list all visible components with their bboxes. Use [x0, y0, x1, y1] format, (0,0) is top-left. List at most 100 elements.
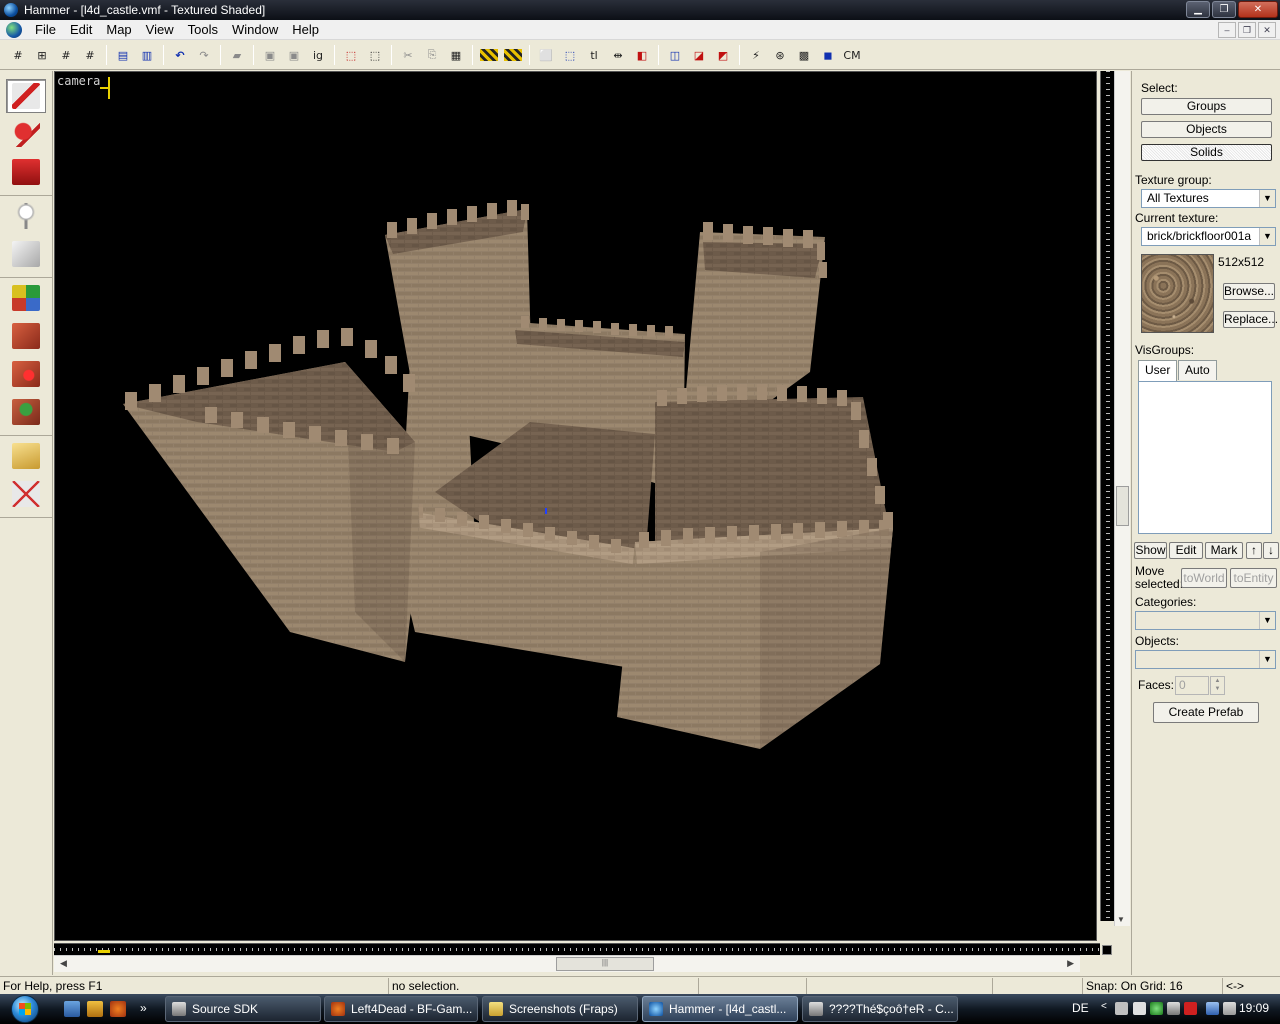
menu-edit[interactable]: Edit [63, 20, 99, 40]
grid-larger-icon[interactable]: # [79, 44, 101, 66]
browse-button[interactable]: Browse... [1223, 283, 1275, 300]
group-icon[interactable]: ▥ [136, 44, 158, 66]
visgroup-show-button[interactable]: Show [1134, 542, 1167, 559]
hide-selected-icon[interactable]: ▣ [259, 44, 281, 66]
selection-box-icon[interactable]: ⬜ [535, 44, 557, 66]
replace-button[interactable]: Replace... [1223, 311, 1278, 328]
menu-view[interactable]: View [139, 20, 181, 40]
tray-green-icon[interactable] [1150, 1002, 1163, 1015]
toggle-models-icon[interactable] [504, 49, 522, 61]
camera-viewport[interactable]: camera [54, 71, 1097, 941]
scroll-right-icon[interactable]: ▶ [1067, 958, 1074, 969]
texture-preview[interactable] [1141, 254, 1214, 333]
texture-application-tool[interactable] [6, 281, 46, 315]
undo-icon[interactable]: ↶ [169, 44, 191, 66]
taskbar-button-chat[interactable]: ????Thé$çoô†eR - C... [802, 996, 958, 1022]
create-prefab-button[interactable]: Create Prefab [1153, 702, 1259, 723]
wireframe-icon[interactable]: ▩ [793, 44, 815, 66]
volume-icon[interactable] [1223, 1002, 1236, 1015]
texture-lock-button[interactable]: tl [583, 44, 605, 66]
open-dialog-icon[interactable]: ◫ [664, 44, 686, 66]
tab-visgroups-auto[interactable]: Auto [1178, 360, 1217, 380]
grid-3d-icon[interactable]: ⊞ [31, 44, 53, 66]
scroll-down-icon[interactable]: ▼ [1117, 915, 1125, 924]
chevron-down-icon[interactable]: ▼ [1259, 190, 1275, 207]
taskbar-button-source-sdk[interactable]: Source SDK [165, 996, 321, 1022]
move-up-icon[interactable]: ↑ [1246, 542, 1262, 559]
cm-button[interactable]: CM [841, 44, 863, 66]
vertical-scrollbar[interactable]: ▼ [1114, 71, 1130, 926]
minimize-button[interactable]: ▁ [1186, 1, 1210, 18]
network-icon[interactable] [1206, 1002, 1219, 1015]
entity-tool[interactable] [6, 199, 46, 233]
to-entity-button[interactable]: toEntity [1230, 568, 1277, 588]
firefox-icon[interactable] [110, 1001, 126, 1017]
redo-icon[interactable]: ↷ [193, 44, 215, 66]
faces-spin-icon[interactable]: ▲ ▼ [1210, 676, 1225, 695]
run-map-icon[interactable]: ⊛ [769, 44, 791, 66]
visgroup-mark-button[interactable]: Mark [1205, 542, 1243, 559]
chevron-down-icon[interactable]: ▼ [1259, 651, 1275, 668]
visgroup-edit-button[interactable]: Edit [1169, 542, 1203, 559]
current-texture-select[interactable]: brick/brickfloor001a ▼ [1141, 227, 1276, 246]
maximize-button[interactable]: ❐ [1212, 1, 1236, 18]
start-button[interactable] [3, 994, 47, 1024]
grid-toggle-icon[interactable]: # [7, 44, 29, 66]
visgroup-list[interactable] [1138, 381, 1272, 534]
menu-map[interactable]: Map [99, 20, 138, 40]
mdi-restore-button[interactable]: ❐ [1238, 22, 1256, 38]
check-problems-icon[interactable]: ◩ [712, 44, 734, 66]
close-button[interactable]: ✕ [1238, 1, 1278, 18]
copy-icon[interactable]: ⎘ [421, 44, 443, 66]
show-desktop-icon[interactable] [64, 1001, 80, 1017]
menu-tools[interactable]: Tools [181, 20, 225, 40]
camera-tool[interactable] [6, 155, 46, 189]
menu-help[interactable]: Help [285, 20, 326, 40]
tray-alert-icon[interactable] [1184, 1002, 1197, 1015]
apply-texture-tool[interactable] [6, 319, 46, 353]
hammer-app-icon[interactable] [4, 3, 18, 17]
tray-steam-icon[interactable] [1167, 1002, 1180, 1015]
menu-file[interactable]: File [28, 20, 63, 40]
mdi-close-button[interactable]: ✕ [1258, 22, 1276, 38]
flip-icon[interactable]: ◧ [631, 44, 653, 66]
clock[interactable]: 19:09 [1239, 1001, 1269, 1015]
language-indicator[interactable]: DE [1072, 1001, 1089, 1015]
texture-lock-icon[interactable]: ▰ [226, 44, 248, 66]
taskbar-button-left4dead[interactable]: Left4Dead - BF-Gam... [324, 996, 478, 1022]
categories-select[interactable]: ▼ [1135, 611, 1276, 630]
faces-input[interactable]: 0 [1175, 676, 1209, 695]
chevron-down-icon[interactable]: ▼ [1259, 612, 1275, 629]
cube-icon[interactable]: ◼ [817, 44, 839, 66]
overlay-tool[interactable] [6, 395, 46, 429]
select-groups-button[interactable]: Groups [1141, 98, 1272, 115]
cordon-edit-icon[interactable]: ⬚ [364, 44, 386, 66]
texture-group-select[interactable]: All Textures ▼ [1141, 189, 1276, 208]
media-player-icon[interactable] [87, 1001, 103, 1017]
decal-tool[interactable] [6, 357, 46, 391]
grid-smaller-icon[interactable]: # [55, 44, 77, 66]
scroll-left-icon[interactable]: ◀ [60, 958, 67, 969]
tray-badge-icon[interactable] [1133, 1002, 1146, 1015]
to-world-button[interactable]: toWorld [1181, 568, 1227, 588]
move-down-icon[interactable]: ↓ [1263, 542, 1279, 559]
entity-report-icon[interactable]: ◪ [688, 44, 710, 66]
selection-tool[interactable] [6, 79, 46, 113]
chevron-down-icon[interactable]: ▼ [1259, 228, 1275, 245]
cordon-icon[interactable]: ⬚ [340, 44, 362, 66]
vertical-scroll-thumb[interactable] [1116, 486, 1129, 526]
select-objects-button[interactable]: Objects [1141, 121, 1272, 138]
horizontal-scrollbar[interactable]: ◀ ||| ▶ [54, 955, 1080, 972]
mdi-minimize-button[interactable]: – [1218, 22, 1236, 38]
ignore-groups-button[interactable]: ig [307, 44, 329, 66]
menu-window[interactable]: Window [225, 20, 285, 40]
toggle-helpers-icon[interactable] [480, 49, 498, 61]
taskbar-button-screenshots[interactable]: Screenshots (Fraps) [482, 996, 638, 1022]
tray-app-icon[interactable] [1115, 1002, 1128, 1015]
magnify-tool[interactable] [6, 117, 46, 151]
carve-icon[interactable]: ▤ [112, 44, 134, 66]
hide-unselected-icon[interactable]: ▣ [283, 44, 305, 66]
quicklaunch-more-icon[interactable]: » [140, 1001, 156, 1017]
horizontal-scroll-thumb[interactable]: ||| [556, 957, 654, 971]
objects-select[interactable]: ▼ [1135, 650, 1276, 669]
